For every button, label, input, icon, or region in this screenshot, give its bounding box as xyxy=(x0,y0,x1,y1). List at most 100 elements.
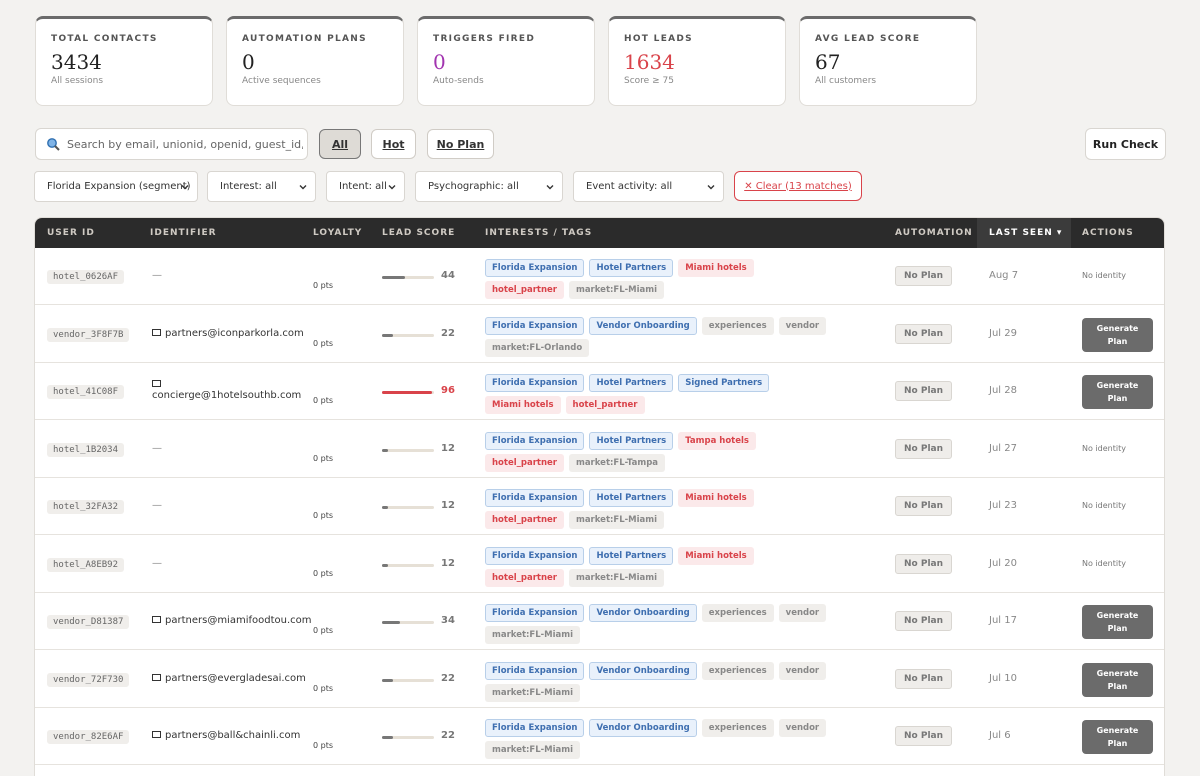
mail-icon xyxy=(152,616,161,623)
tag[interactable]: vendor xyxy=(778,604,827,622)
col-identifier[interactable]: IDENTIFIER xyxy=(150,218,217,248)
generate-plan-button[interactable]: Generate Plan xyxy=(1082,720,1153,754)
tag[interactable]: experiences xyxy=(701,661,774,680)
tag[interactable]: hotel_partner xyxy=(485,281,564,299)
col-last-seen[interactable]: LAST SEEN ▾ xyxy=(977,218,1071,248)
table-row[interactable]: vendor_82E6AF partners@ball&chainli.com 0 … xyxy=(35,708,1164,765)
last-seen: Jul 27 xyxy=(989,442,1017,454)
generate-plan-button[interactable]: Generate Plan xyxy=(1082,662,1153,697)
filter-hot-button[interactable]: Hot xyxy=(371,129,416,159)
search-input[interactable] xyxy=(67,137,303,151)
tag[interactable]: Florida Expansion xyxy=(485,604,585,622)
table-row[interactable]: hotel_32FA32 — 0 pts 12 Florida Expansion Hot… xyxy=(35,478,1164,535)
tag[interactable]: Hotel Partners xyxy=(589,489,674,507)
lead-score-fill xyxy=(382,563,389,567)
filter-no-plan-button[interactable]: No Plan xyxy=(427,129,494,159)
tag[interactable]: Florida Expansion xyxy=(485,259,585,277)
table-row[interactable]: hotel_1B2034 — 0 pts 12 Florida Expansion Hot… xyxy=(35,421,1164,478)
identifier: — xyxy=(152,500,162,511)
tag[interactable]: Hotel Partners xyxy=(589,259,674,277)
intent-select[interactable]: Intent: all xyxy=(326,171,405,202)
col-user-id[interactable]: USER ID xyxy=(47,218,95,248)
tag[interactable]: market:FL-Miami xyxy=(485,683,581,702)
tag[interactable]: hotel_partner xyxy=(485,511,564,529)
col-lead-score[interactable]: LEAD SCORE xyxy=(382,218,455,248)
automation-status-badge: No Plan xyxy=(895,496,953,516)
interest-select[interactable]: Interest: all xyxy=(207,171,316,202)
generate-plan-button[interactable]: Generate Plan xyxy=(1082,375,1153,409)
tag[interactable]: Tampa hotels xyxy=(678,431,756,450)
tag[interactable]: vendor xyxy=(778,719,827,737)
tag[interactable]: experiences xyxy=(701,719,774,737)
user-id: vendor_82E6AF xyxy=(47,730,130,744)
tag[interactable]: Hotel Partners xyxy=(589,374,674,392)
tag[interactable]: Miami hotels xyxy=(678,489,754,507)
tag[interactable]: Vendor Onboarding xyxy=(589,719,697,737)
tag[interactable]: vendor xyxy=(778,661,827,680)
col-interests-tags[interactable]: INTERESTS / TAGS xyxy=(485,218,592,248)
table-header: USER ID IDENTIFIER LOYALTY LEAD SCORE IN… xyxy=(35,218,1164,248)
tag[interactable]: Florida Expansion xyxy=(485,316,585,335)
table-row[interactable]: vendor_D81387 partners@miamifoodtou.com 0 … xyxy=(35,593,1164,650)
clear-filters-button[interactable]: ✕ Clear (13 matches) xyxy=(734,171,862,201)
event-activity-select[interactable]: Event activity: all xyxy=(573,171,724,202)
tag[interactable]: hotel_partner xyxy=(565,396,645,414)
tag[interactable]: Hotel Partners xyxy=(589,431,674,450)
table-row[interactable]: vendor_72F730 partners@evergladesai.com 0 … xyxy=(35,651,1164,708)
chevron-down-icon xyxy=(546,185,554,190)
psychographic-select[interactable]: Psychographic: all xyxy=(415,171,563,202)
user-id: hotel_0626AF xyxy=(47,270,125,284)
table-row[interactable]: hotel_A8EB92 — 0 pts 12 Florida Expansion Hot… xyxy=(35,536,1164,593)
identifier: partners@evergladesai.com xyxy=(152,673,306,684)
tag[interactable]: Florida Expansion xyxy=(485,489,585,507)
generate-plan-button[interactable]: Generate Plan xyxy=(1082,317,1153,352)
table-row[interactable]: hotel_0626AF — 0 pts 44 Florida Expansion Hot… xyxy=(35,248,1164,305)
loyalty-points: 0 pts xyxy=(313,741,334,750)
tag[interactable]: Hotel Partners xyxy=(589,546,674,565)
automation-status-badge: No Plan xyxy=(895,323,953,344)
tag[interactable]: market:FL-Miami xyxy=(568,568,665,587)
tag[interactable]: Miami hotels xyxy=(485,396,561,414)
tag[interactable]: Florida Expansion xyxy=(485,431,585,450)
tag[interactable]: market:FL-Miami xyxy=(568,511,665,529)
tag[interactable]: Florida Expansion xyxy=(485,546,585,565)
search-box[interactable] xyxy=(35,128,308,160)
user-id: vendor_3F8F7B xyxy=(47,327,130,342)
filter-all-button[interactable]: All xyxy=(319,129,361,159)
tag[interactable]: Florida Expansion xyxy=(485,719,585,737)
tag[interactable]: market:FL-Orlando xyxy=(485,338,590,357)
tag[interactable]: experiences xyxy=(701,316,774,335)
tag[interactable]: Miami hotels xyxy=(678,546,754,565)
tag[interactable]: Miami hotels xyxy=(678,259,754,277)
generate-plan-button[interactable]: Generate Plan xyxy=(1082,605,1153,639)
tag[interactable]: market:FL-Miami xyxy=(485,741,581,759)
tag[interactable]: Florida Expansion xyxy=(485,374,585,392)
tag[interactable]: Signed Partners xyxy=(678,374,770,392)
lead-score-bar xyxy=(382,678,434,682)
col-loyalty[interactable]: LOYALTY xyxy=(313,218,362,248)
tag[interactable]: market:FL-Tampa xyxy=(568,453,666,472)
tag[interactable]: Florida Expansion xyxy=(485,661,585,680)
tag[interactable]: market:FL-Miami xyxy=(485,626,581,644)
tag[interactable]: hotel_partner xyxy=(485,453,564,472)
identifier-text: — xyxy=(152,442,162,454)
table-row[interactable]: vendor_3F8F7B partners@iconparkorla.com 0 … xyxy=(35,306,1164,363)
col-actions[interactable]: ACTIONS xyxy=(1082,218,1134,248)
lead-score-bar xyxy=(382,621,434,624)
tag[interactable]: Vendor Onboarding xyxy=(589,316,697,335)
table-row[interactable]: hotel_41C08F concierge@1hotelsouthb.com 0 … xyxy=(35,363,1164,420)
tag[interactable]: Vendor Onboarding xyxy=(589,661,697,680)
run-check-button[interactable]: Run Check xyxy=(1085,128,1166,160)
lead-score-fill xyxy=(382,678,394,682)
lead-score-fill xyxy=(382,391,432,394)
segment-select[interactable]: Florida Expansion (segment) xyxy=(34,171,198,202)
tag[interactable]: experiences xyxy=(701,604,774,622)
tag[interactable]: vendor xyxy=(778,316,827,335)
lead-score-bar xyxy=(382,276,434,279)
tag[interactable]: Vendor Onboarding xyxy=(589,604,697,622)
col-automation[interactable]: AUTOMATION xyxy=(895,218,973,248)
tag[interactable]: market:FL-Miami xyxy=(568,281,665,299)
chevron-down-icon xyxy=(181,185,189,190)
last-seen: Jul 29 xyxy=(989,327,1017,339)
tag[interactable]: hotel_partner xyxy=(485,568,564,587)
